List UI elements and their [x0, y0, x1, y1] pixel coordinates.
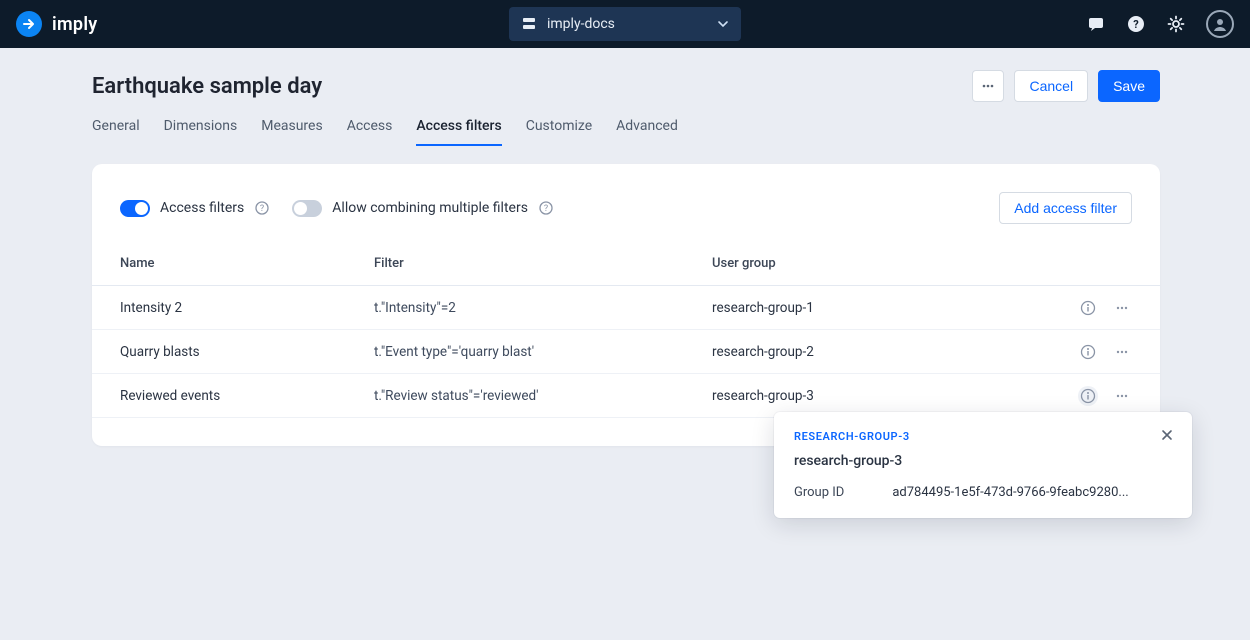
- topbar-actions: ?: [1086, 10, 1234, 38]
- popover-field-value: ad784495-1e5f-473d-9766-9feabc9280...: [892, 485, 1172, 500]
- tabs: General Dimensions Measures Access Acces…: [92, 112, 1160, 146]
- project-name: imply-docs: [547, 16, 615, 32]
- more-icon: [981, 79, 995, 93]
- tab-access[interactable]: Access: [347, 112, 393, 146]
- svg-text:?: ?: [544, 204, 548, 214]
- col-name: Name: [120, 256, 374, 271]
- row-actions: [1040, 342, 1132, 362]
- info-icon[interactable]: [1078, 386, 1098, 406]
- logo-icon: [16, 11, 42, 37]
- add-access-filter-button[interactable]: Add access filter: [999, 192, 1132, 224]
- close-icon[interactable]: [1156, 424, 1178, 446]
- group-popover: RESEARCH-GROUP-3 research-group-3 Group …: [774, 412, 1192, 518]
- cell-group: research-group-3: [712, 388, 1040, 404]
- cell-name: Reviewed events: [120, 388, 374, 404]
- toggle-access-filters-group: Access filters ?: [120, 200, 270, 217]
- more-icon[interactable]: [1112, 342, 1132, 362]
- cell-filter: t."Intensity"=2: [374, 300, 712, 316]
- card-controls: Access filters ? Allow combining multipl…: [92, 192, 1160, 242]
- logo-text: imply: [52, 14, 98, 35]
- cell-name: Quarry blasts: [120, 344, 374, 360]
- chat-icon[interactable]: [1086, 14, 1106, 34]
- col-group: User group: [712, 256, 1040, 271]
- help-icon[interactable]: ?: [1126, 14, 1146, 34]
- toggle-combine-filters[interactable]: [292, 200, 322, 217]
- chevron-down-icon: [717, 18, 729, 30]
- table-head: Name Filter User group: [92, 242, 1160, 286]
- topbar: imply imply-docs ?: [0, 0, 1250, 48]
- cell-filter: t."Review status"='reviewed': [374, 388, 712, 404]
- toggle-access-filters[interactable]: [120, 200, 150, 217]
- more-icon[interactable]: [1112, 298, 1132, 318]
- database-icon: [521, 16, 537, 32]
- tab-customize[interactable]: Customize: [526, 112, 592, 146]
- tab-advanced[interactable]: Advanced: [616, 112, 678, 146]
- help-icon[interactable]: ?: [538, 200, 554, 216]
- cell-filter: t."Event type"='quarry blast': [374, 344, 712, 360]
- svg-text:?: ?: [260, 204, 264, 214]
- info-icon[interactable]: [1078, 298, 1098, 318]
- page-actions: Cancel Save: [972, 70, 1160, 102]
- tab-dimensions[interactable]: Dimensions: [164, 112, 238, 146]
- page: Earthquake sample day Cancel Save Genera…: [0, 48, 1250, 446]
- toggle-combine-group: Allow combining multiple filters ?: [292, 200, 554, 217]
- row-actions: [1040, 386, 1132, 406]
- project-dropdown[interactable]: imply-docs: [509, 7, 741, 41]
- brand: imply: [16, 11, 98, 37]
- popover-eyebrow: RESEARCH-GROUP-3: [794, 430, 1172, 443]
- tab-access-filters[interactable]: Access filters: [416, 112, 501, 146]
- cancel-button[interactable]: Cancel: [1014, 70, 1088, 102]
- row-actions: [1040, 298, 1132, 318]
- page-title: Earthquake sample day: [92, 74, 322, 99]
- access-filters-card: Access filters ? Allow combining multipl…: [92, 164, 1160, 446]
- svg-text:?: ?: [1133, 18, 1139, 31]
- gear-icon[interactable]: [1166, 14, 1186, 34]
- page-header: Earthquake sample day Cancel Save: [92, 70, 1160, 102]
- table-row: Quarry blasts t."Event type"='quarry bla…: [92, 330, 1160, 374]
- info-icon[interactable]: [1078, 342, 1098, 362]
- tab-measures[interactable]: Measures: [261, 112, 322, 146]
- col-filter: Filter: [374, 256, 712, 271]
- more-button[interactable]: [972, 70, 1004, 102]
- avatar[interactable]: [1206, 10, 1234, 38]
- more-icon[interactable]: [1112, 386, 1132, 406]
- cell-name: Intensity 2: [120, 300, 374, 316]
- popover-field-label: Group ID: [794, 485, 844, 500]
- filters-table: Name Filter User group Intensity 2 t."In…: [92, 242, 1160, 418]
- toggle-combine-filters-label: Allow combining multiple filters: [332, 200, 528, 216]
- cell-group: research-group-2: [712, 344, 1040, 360]
- save-button[interactable]: Save: [1098, 70, 1160, 102]
- popover-title: research-group-3: [794, 453, 1172, 469]
- toggle-access-filters-label: Access filters: [160, 200, 244, 216]
- table-row: Intensity 2 t."Intensity"=2 research-gro…: [92, 286, 1160, 330]
- popover-field: Group ID ad784495-1e5f-473d-9766-9feabc9…: [794, 485, 1172, 500]
- cell-group: research-group-1: [712, 300, 1040, 316]
- help-icon[interactable]: ?: [254, 200, 270, 216]
- tab-general[interactable]: General: [92, 112, 140, 146]
